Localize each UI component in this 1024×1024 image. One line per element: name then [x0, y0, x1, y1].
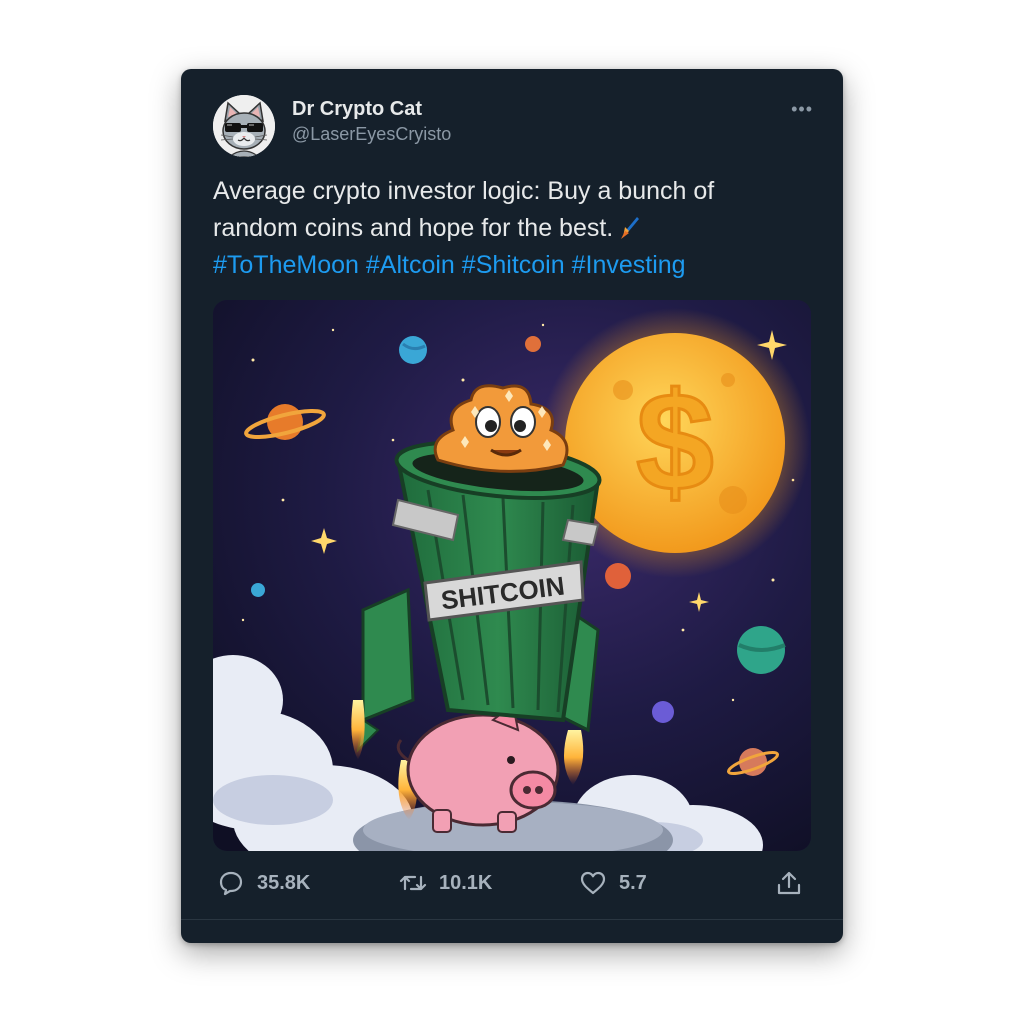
tweet-media-image[interactable]: $ SHITCOIN [213, 300, 811, 851]
author-handle[interactable]: @LaserEyesCryisto [292, 121, 451, 147]
share-icon [777, 871, 801, 895]
tweet-card[interactable]: Dr Crypto Cat @LaserEyesCryisto ••• Aver… [181, 69, 843, 943]
tweet-text-line-1: Average crypto investor logic: Buy a bun… [213, 177, 715, 205]
hashtags: #ToTheMoon #Altcoin #Shitcoin #Investing [213, 247, 813, 284]
author-names: Dr Crypto Cat @LaserEyesCryisto [292, 97, 451, 147]
hashtag-shitcoin[interactable]: #Shitcoin [462, 251, 565, 279]
reply-count: 35.8K [257, 871, 311, 894]
like-button[interactable]: 5.7 [579, 867, 647, 899]
avatar[interactable] [213, 95, 275, 157]
reply-icon [219, 871, 243, 896]
hashtag-altcoin[interactable]: #Altcoin [366, 251, 455, 279]
like-count: 5.7 [619, 871, 647, 894]
tweet-header: Dr Crypto Cat @LaserEyesCryisto ••• [213, 95, 819, 157]
rocket-icon [621, 217, 640, 239]
reply-button[interactable]: 35.8K [217, 867, 310, 899]
hashtag-tothemoon[interactable]: #ToTheMoon [213, 251, 359, 279]
tweet-actions: 35.8K 10.1K 5.7 [217, 867, 807, 899]
retweet-count: 10.1K [439, 871, 493, 894]
crypto-rocket-illustration: $ SHITCOIN [213, 300, 811, 851]
hashtag-investing[interactable]: #Investing [572, 251, 686, 279]
tweet-text-line-2: random coins and hope for the best. [213, 214, 614, 242]
card-divider [181, 919, 843, 920]
author-display-name[interactable]: Dr Crypto Cat [292, 97, 451, 121]
more-options-icon[interactable]: ••• [791, 99, 813, 120]
moon-dollar-sign: $ [636, 363, 714, 520]
retweet-icon [399, 875, 427, 891]
cat-avatar-icon [213, 95, 275, 157]
retweet-button[interactable]: 10.1K [399, 867, 492, 899]
tweet-text-line-2-wrap: random coins and hope for the best. [213, 210, 813, 247]
heart-icon [580, 871, 606, 895]
tweet-text: Average crypto investor logic: Buy a bun… [213, 173, 813, 284]
share-button[interactable] [775, 867, 803, 899]
